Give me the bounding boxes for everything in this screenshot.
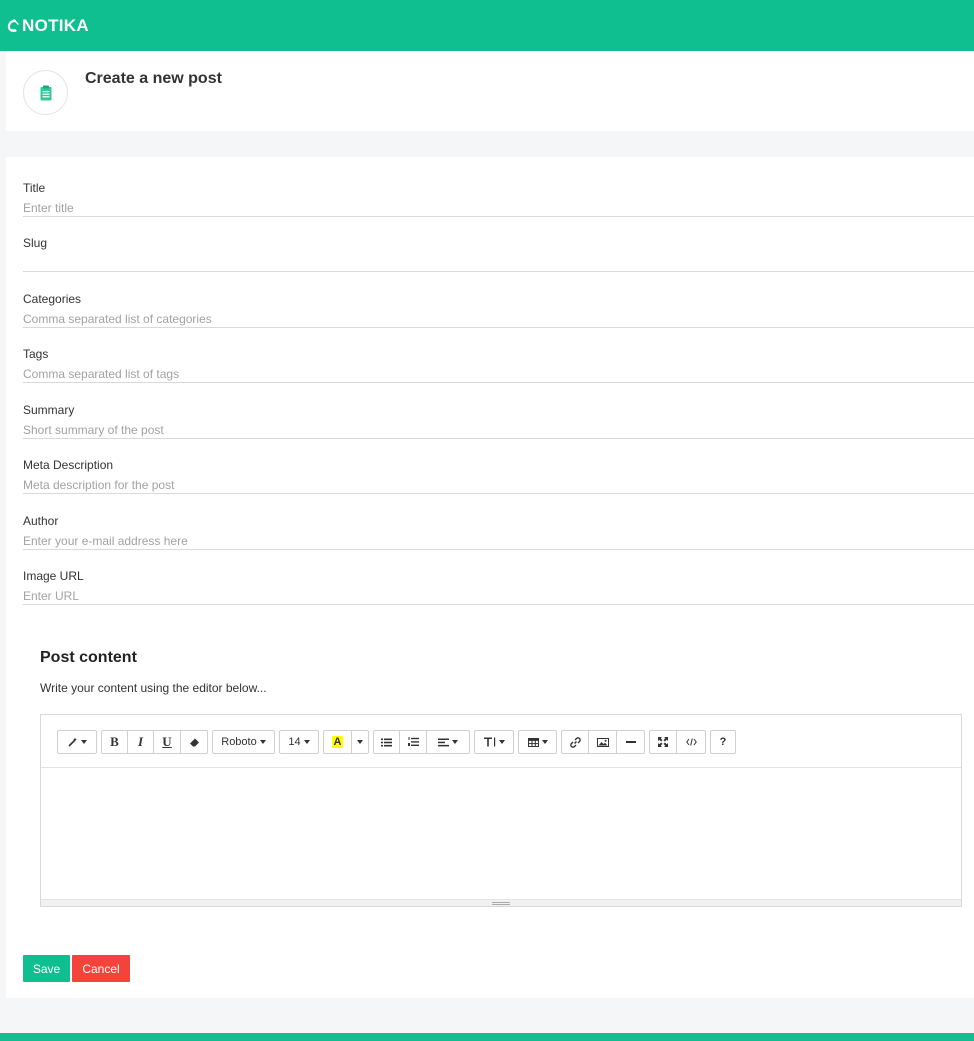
- resize-grip-icon: [492, 902, 510, 905]
- title-field: Title: [23, 162, 974, 217]
- table-dropdown-button[interactable]: [519, 731, 556, 753]
- font-family-value: Roboto: [221, 736, 257, 748]
- font-style-group: B I U: [101, 730, 208, 754]
- table-group: [518, 730, 557, 754]
- post-form: Title Slug Categories Tags Summary Meta …: [6, 157, 974, 998]
- editor-resize-handle[interactable]: [41, 899, 961, 906]
- top-bar: NOTIKA: [0, 0, 974, 51]
- page-header: Create a new post: [6, 51, 974, 131]
- insert-group: [561, 730, 645, 754]
- italic-button[interactable]: I: [128, 731, 154, 753]
- author-field: Author: [23, 495, 974, 550]
- post-content-description: Write your content using the editor belo…: [40, 681, 267, 695]
- align-left-icon: [438, 738, 449, 746]
- line-height-dropdown[interactable]: [475, 731, 513, 753]
- tags-label: Tags: [23, 347, 49, 361]
- fullscreen-button[interactable]: [650, 731, 677, 753]
- magic-wand-icon: [67, 737, 77, 747]
- editor-content-area[interactable]: [41, 769, 961, 900]
- chevron-down-icon: [303, 740, 310, 744]
- view-group: [649, 730, 706, 754]
- line-height-group: [474, 730, 514, 754]
- chevron-down-icon: [541, 740, 548, 744]
- align-dropdown-button[interactable]: [427, 731, 469, 753]
- editor-toolbar: B I U Roboto 14 A ?: [41, 715, 961, 768]
- image-url-input[interactable]: [23, 588, 963, 604]
- help-group: ?: [710, 730, 736, 754]
- slug-field: Slug: [23, 217, 974, 272]
- expand-icon: [658, 737, 668, 747]
- link-button[interactable]: [562, 731, 589, 753]
- categories-field: Categories: [23, 273, 974, 328]
- text-height-icon: [483, 737, 495, 747]
- text-color-letter: A: [331, 736, 344, 748]
- ordered-list-button[interactable]: [400, 731, 427, 753]
- notika-logo-icon: [7, 18, 19, 32]
- tags-field: Tags: [23, 328, 974, 383]
- categories-label: Categories: [23, 292, 82, 306]
- underline-button[interactable]: U: [154, 731, 181, 753]
- font-size-group: 14: [279, 730, 319, 754]
- color-group: A: [323, 730, 369, 754]
- chevron-down-icon: [259, 740, 266, 744]
- image-icon: [596, 737, 609, 747]
- post-content-title: Post content: [40, 649, 137, 666]
- footer-bar: [0, 1033, 974, 1041]
- link-icon: [569, 736, 581, 748]
- style-group: [57, 730, 97, 754]
- image-url-field: Image URL: [23, 550, 974, 605]
- image-url-label: Image URL: [23, 569, 84, 583]
- slug-input[interactable]: [23, 255, 963, 271]
- font-size-value: 14: [288, 736, 301, 748]
- unordered-list-button[interactable]: [374, 731, 400, 753]
- minus-icon: [625, 741, 636, 743]
- bold-button[interactable]: B: [102, 731, 128, 753]
- chevron-down-icon: [452, 740, 458, 744]
- clipboard-icon: [40, 85, 51, 100]
- tags-input[interactable]: [23, 366, 963, 382]
- page-title: Create a new post: [85, 70, 222, 87]
- font-family-dropdown[interactable]: Roboto: [213, 731, 274, 753]
- help-button[interactable]: ?: [711, 731, 735, 753]
- title-input[interactable]: [23, 200, 963, 216]
- rich-text-editor: B I U Roboto 14 A ?: [40, 714, 962, 907]
- image-button[interactable]: [589, 731, 617, 753]
- summary-input[interactable]: [23, 422, 963, 438]
- title-label: Title: [23, 181, 46, 195]
- eraser-icon: [189, 738, 199, 746]
- font-family-group: Roboto: [212, 730, 275, 754]
- chevron-down-icon: [357, 740, 363, 744]
- numbered-list-icon: [407, 737, 419, 746]
- categories-input[interactable]: [23, 311, 963, 327]
- font-size-dropdown[interactable]: 14: [280, 731, 318, 753]
- meta-description-input[interactable]: [23, 477, 963, 493]
- author-input[interactable]: [23, 533, 963, 549]
- author-label: Author: [23, 514, 59, 528]
- save-button[interactable]: Save: [23, 955, 70, 982]
- table-icon: [527, 737, 539, 747]
- header-icon-wrap: [23, 70, 68, 115]
- summary-field: Summary: [23, 384, 974, 439]
- text-color-button[interactable]: A: [324, 731, 352, 753]
- clear-format-button[interactable]: [181, 731, 207, 753]
- summary-label: Summary: [23, 403, 75, 417]
- meta-description-field: Meta Description: [23, 439, 974, 494]
- color-dropdown-button[interactable]: [352, 731, 368, 753]
- chevron-down-icon: [80, 740, 87, 744]
- chevron-down-icon: [498, 740, 505, 744]
- brand-name: NOTIKA: [22, 15, 89, 35]
- code-view-button[interactable]: [677, 731, 705, 753]
- meta-description-label: Meta Description: [23, 458, 114, 472]
- horizontal-rule-button[interactable]: [617, 731, 644, 753]
- bullet-list-icon: [381, 738, 392, 746]
- paragraph-group: [373, 730, 470, 754]
- cancel-button[interactable]: Cancel: [72, 955, 130, 982]
- brand-logo[interactable]: NOTIKA: [6, 16, 89, 36]
- slug-label: Slug: [23, 236, 48, 250]
- code-icon: [685, 738, 697, 746]
- style-dropdown-button[interactable]: [58, 731, 96, 753]
